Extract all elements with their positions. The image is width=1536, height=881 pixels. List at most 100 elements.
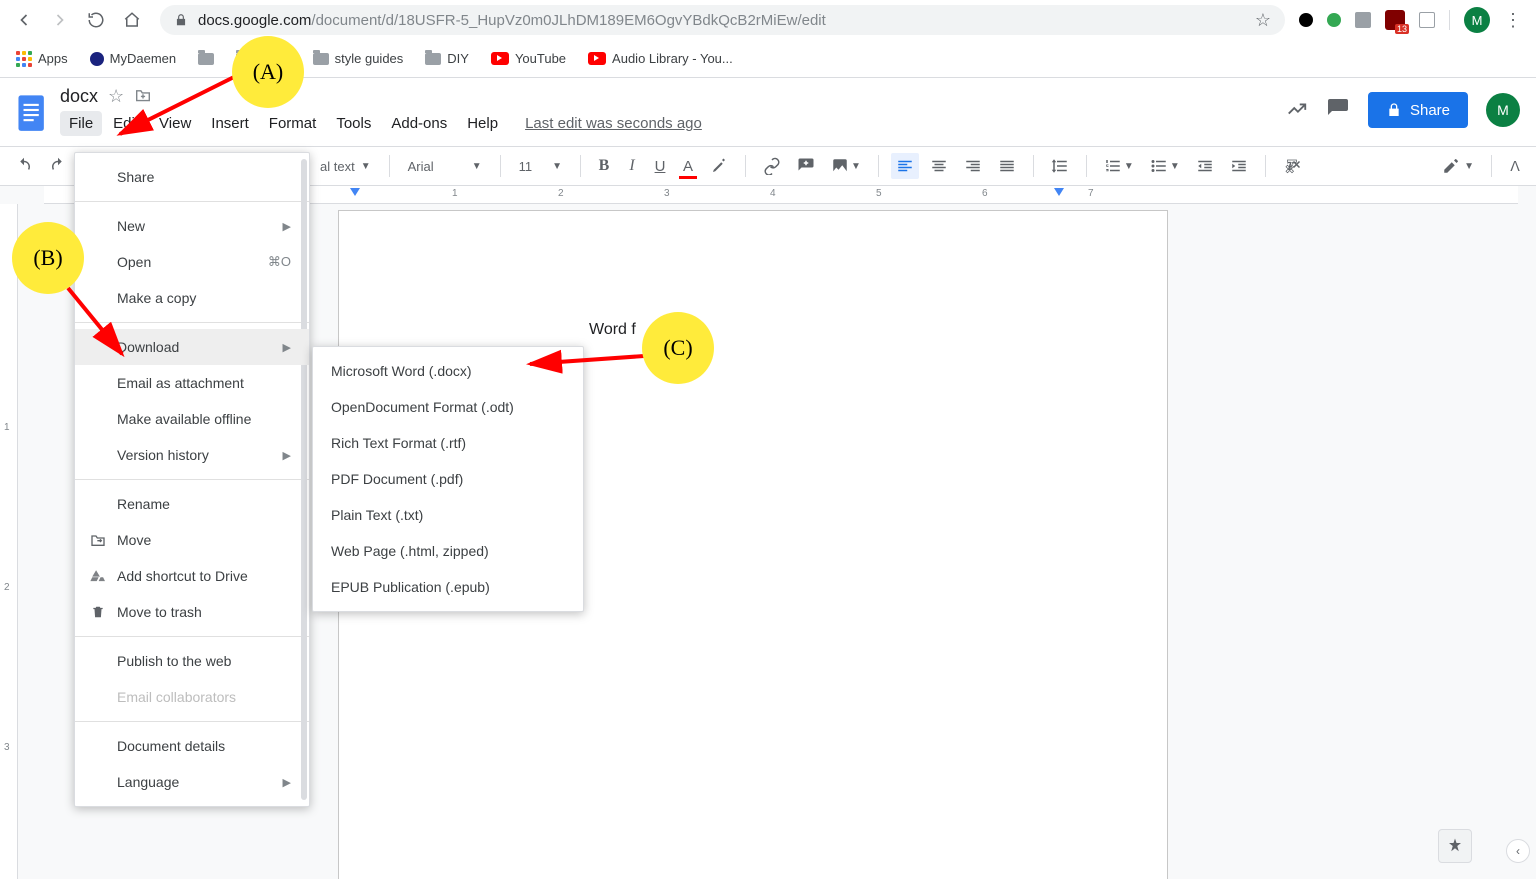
url-domain: docs.google.com <box>198 12 311 29</box>
extension-ublock-icon[interactable]: 13 <box>1385 10 1405 30</box>
bookmark-item[interactable]: MyDaemen <box>90 51 176 66</box>
url-path: /document/d/18USFR-5_HupVz0m0JLhDM189EM6… <box>311 12 825 29</box>
file-rename[interactable]: Rename <box>75 486 309 522</box>
download-txt[interactable]: Plain Text (.txt) <box>313 497 583 533</box>
bookmark-item[interactable]: Audio Library - You... <box>588 51 733 66</box>
editing-mode-button[interactable]: ▼ <box>1437 153 1479 179</box>
account-avatar[interactable]: M <box>1486 93 1520 127</box>
font-select[interactable]: Arial ▼ <box>402 159 488 174</box>
menu-bar: File Edit View Insert Format Tools Add-o… <box>60 111 1278 136</box>
file-language[interactable]: Language▶ <box>75 764 309 800</box>
file-new[interactable]: New▶ <box>75 208 309 244</box>
bulleted-list-button[interactable]: ▼ <box>1145 153 1185 179</box>
font-size-label: 11 <box>519 159 533 174</box>
shortcut-label: ⌘O <box>268 254 291 270</box>
indent-marker-right[interactable] <box>1054 188 1064 196</box>
paragraph-style-select[interactable]: al text ▼ <box>314 159 377 174</box>
increase-indent-button[interactable] <box>1225 153 1253 179</box>
menu-view[interactable]: View <box>150 111 200 136</box>
bookmark-item[interactable]: YouTube <box>491 51 566 66</box>
star-bookmark-icon[interactable]: ☆ <box>1255 10 1271 31</box>
extension-icon[interactable] <box>1355 12 1371 28</box>
show-side-panel-button[interactable]: ‹ <box>1506 839 1530 863</box>
insert-link-button[interactable] <box>758 153 786 179</box>
file-publish[interactable]: Publish to the web <box>75 643 309 679</box>
address-bar[interactable]: docs.google.com/document/d/18USFR-5_HupV… <box>160 5 1285 35</box>
profile-avatar[interactable]: M <box>1464 7 1490 33</box>
text-color-button[interactable]: A <box>677 153 699 179</box>
file-available-offline[interactable]: Make available offline <box>75 401 309 437</box>
clear-formatting-button[interactable]: T <box>1278 153 1306 179</box>
separator <box>580 155 581 177</box>
align-left-button[interactable] <box>891 153 919 179</box>
file-download[interactable]: Download▶ <box>75 329 309 365</box>
menu-help[interactable]: Help <box>458 111 507 136</box>
download-odt[interactable]: OpenDocument Format (.odt) <box>313 389 583 425</box>
ruler-tick: 6 <box>982 188 988 199</box>
file-version-history[interactable]: Version history▶ <box>75 437 309 473</box>
menu-tools[interactable]: Tools <box>327 111 380 136</box>
menu-addons[interactable]: Add-ons <box>382 111 456 136</box>
file-make-copy[interactable]: Make a copy <box>75 280 309 316</box>
redo-button[interactable] <box>44 153 72 179</box>
download-epub[interactable]: EPUB Publication (.epub) <box>313 569 583 605</box>
align-right-button[interactable] <box>959 153 987 179</box>
extension-icon[interactable] <box>1299 13 1313 27</box>
hide-menus-button[interactable]: ᐱ <box>1504 153 1526 179</box>
bold-button[interactable]: B <box>593 153 615 179</box>
bookmark-label: YouTube <box>515 51 566 66</box>
menu-insert[interactable]: Insert <box>202 111 258 136</box>
file-email-attachment[interactable]: Email as attachment <box>75 365 309 401</box>
italic-button[interactable]: I <box>621 153 643 179</box>
align-justify-button[interactable] <box>993 153 1021 179</box>
home-icon[interactable] <box>118 6 146 34</box>
file-move[interactable]: Move <box>75 522 309 558</box>
download-docx[interactable]: Microsoft Word (.docx) <box>313 353 583 389</box>
explore-button[interactable] <box>1438 829 1472 863</box>
vertical-ruler[interactable]: 1 2 3 <box>0 204 18 879</box>
download-rtf[interactable]: Rich Text Format (.rtf) <box>313 425 583 461</box>
font-size-select[interactable]: 11 ▼ <box>513 159 568 174</box>
file-document-details[interactable]: Document details <box>75 728 309 764</box>
download-pdf[interactable]: PDF Document (.pdf) <box>313 461 583 497</box>
browser-menu-icon[interactable]: ⋮ <box>1504 11 1520 29</box>
undo-button[interactable] <box>10 153 38 179</box>
menu-file[interactable]: File <box>60 111 102 136</box>
underline-button[interactable]: U <box>649 153 671 179</box>
numbered-list-button[interactable]: ▼ <box>1099 153 1139 179</box>
indent-marker-left[interactable] <box>350 188 360 196</box>
bookmark-folder[interactable]: style guides <box>313 51 404 66</box>
insert-image-button[interactable]: ▼ <box>826 153 866 179</box>
separator <box>75 721 309 722</box>
decrease-indent-button[interactable] <box>1191 153 1219 179</box>
file-open[interactable]: Open⌘O <box>75 244 309 280</box>
activity-icon[interactable] <box>1286 98 1308 123</box>
extension-icon[interactable] <box>1419 12 1435 28</box>
file-trash[interactable]: Move to trash <box>75 594 309 630</box>
share-button[interactable]: Share <box>1368 92 1468 128</box>
line-spacing-button[interactable] <box>1046 153 1074 179</box>
docs-logo-icon[interactable] <box>12 88 52 140</box>
bookmark-folder[interactable] <box>198 53 214 65</box>
ruler-tick: 2 <box>4 582 10 593</box>
forward-icon[interactable] <box>46 6 74 34</box>
menu-format[interactable]: Format <box>260 111 326 136</box>
menu-edit[interactable]: Edit <box>104 111 148 136</box>
bookmark-label: DIY <box>447 51 469 66</box>
bookmark-folder[interactable]: DIY <box>425 51 469 66</box>
file-add-shortcut[interactable]: Add shortcut to Drive <box>75 558 309 594</box>
download-html[interactable]: Web Page (.html, zipped) <box>313 533 583 569</box>
apps-shortcut[interactable]: Apps <box>16 51 68 67</box>
back-icon[interactable] <box>10 6 38 34</box>
align-center-button[interactable] <box>925 153 953 179</box>
last-edit-link[interactable]: Last edit was seconds ago <box>525 115 702 132</box>
extension-icon[interactable] <box>1327 13 1341 27</box>
comments-icon[interactable] <box>1326 97 1350 124</box>
file-share[interactable]: Share <box>75 159 309 195</box>
reload-icon[interactable] <box>82 6 110 34</box>
star-icon[interactable]: ☆ <box>108 86 124 107</box>
highlight-button[interactable] <box>705 153 733 179</box>
move-folder-icon[interactable] <box>134 86 152 107</box>
document-title[interactable]: docx <box>60 86 98 107</box>
insert-comment-button[interactable] <box>792 153 820 179</box>
